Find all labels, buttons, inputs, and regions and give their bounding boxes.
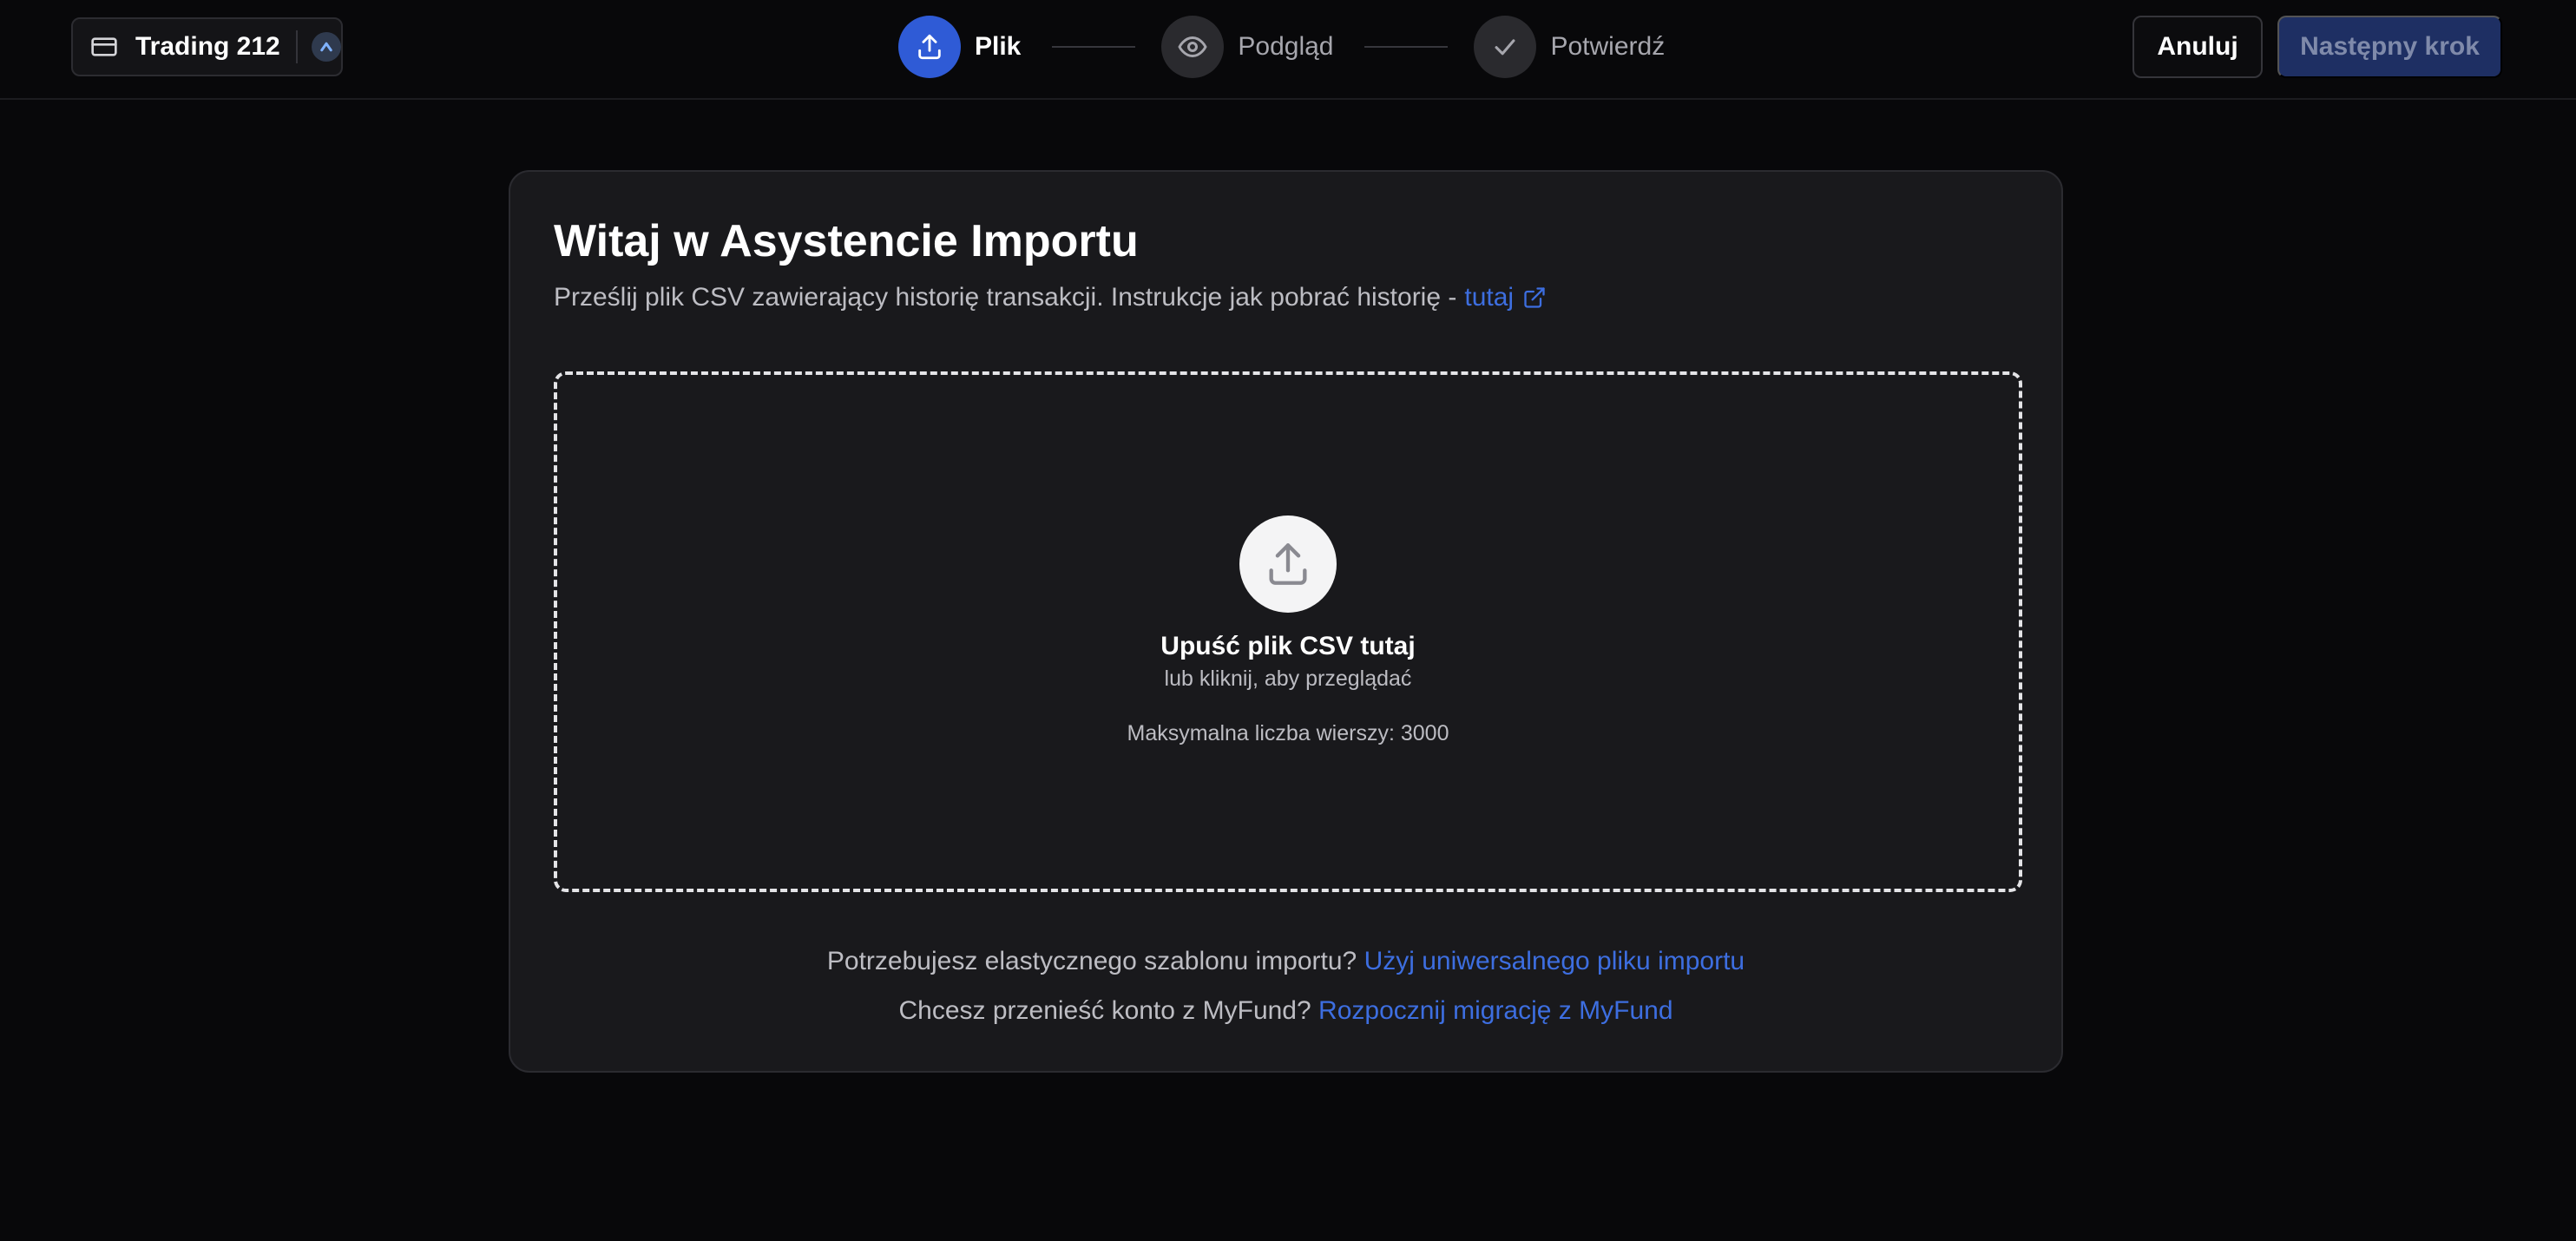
trading212-logo-icon: [311, 32, 341, 62]
step-confirm-label: Potwierdź: [1550, 32, 1666, 61]
universal-import-link[interactable]: Użyj uniwersalnego pliku importu: [1364, 947, 1745, 975]
max-rows-note: Maksymalna liczba wierszy: 3000: [1127, 721, 1449, 745]
upload-icon: [898, 16, 961, 78]
step-file-label: Plik: [975, 32, 1022, 61]
instructions-link[interactable]: tutaj: [1464, 283, 1514, 312]
account-selector[interactable]: Trading 212: [71, 17, 343, 76]
check-icon: [1474, 16, 1537, 78]
step-file[interactable]: Plik: [898, 16, 1021, 78]
external-link-icon[interactable]: [1522, 286, 1547, 310]
import-panel: Witaj w Asystencie Importu Prześlij plik…: [509, 170, 2063, 1073]
eye-icon: [1161, 16, 1225, 78]
template-hint: Potrzebujesz elastycznego szablonu impor…: [510, 947, 2061, 976]
top-bar: Trading 212 Plik Podgląd Potwierdź Anulu…: [0, 0, 2576, 100]
subtitle-text: Prześlij plik CSV zawierający historię t…: [554, 283, 1457, 312]
myfund-migration-link[interactable]: Rozpocznij migrację z MyFund: [1318, 996, 1672, 1025]
account-divider: [295, 30, 298, 63]
credit-card-icon: [90, 32, 120, 62]
page-subtitle: Prześlij plik CSV zawierający historię t…: [554, 283, 1547, 312]
account-name: Trading 212: [135, 32, 280, 61]
migration-hint: Chcesz przenieść konto z MyFund? Rozpocz…: [510, 996, 2061, 1026]
step-confirm[interactable]: Potwierdź: [1474, 16, 1665, 78]
step-connector: [1052, 46, 1136, 48]
step-connector: [1364, 46, 1449, 48]
next-step-button[interactable]: Następny krok: [2277, 16, 2502, 78]
csv-dropzone[interactable]: Upuść plik CSV tutaj lub kliknij, aby pr…: [554, 371, 2022, 892]
page-title: Witaj w Asystencie Importu: [554, 216, 1139, 266]
step-preview-label: Podgląd: [1238, 32, 1334, 61]
step-preview[interactable]: Podgląd: [1161, 16, 1333, 78]
migration-question: Chcesz przenieść konto z MyFund?: [898, 996, 1311, 1025]
template-question: Potrzebujesz elastycznego szablonu impor…: [826, 947, 1357, 975]
dropzone-title: Upuść plik CSV tutaj: [1160, 632, 1416, 660]
upload-icon: [1239, 515, 1337, 613]
dropzone-subtitle: lub kliknij, aby przeglądać: [1164, 666, 1412, 691]
import-stepper: Plik Podgląd Potwierdź: [898, 15, 1665, 79]
cancel-button[interactable]: Anuluj: [2132, 16, 2263, 78]
